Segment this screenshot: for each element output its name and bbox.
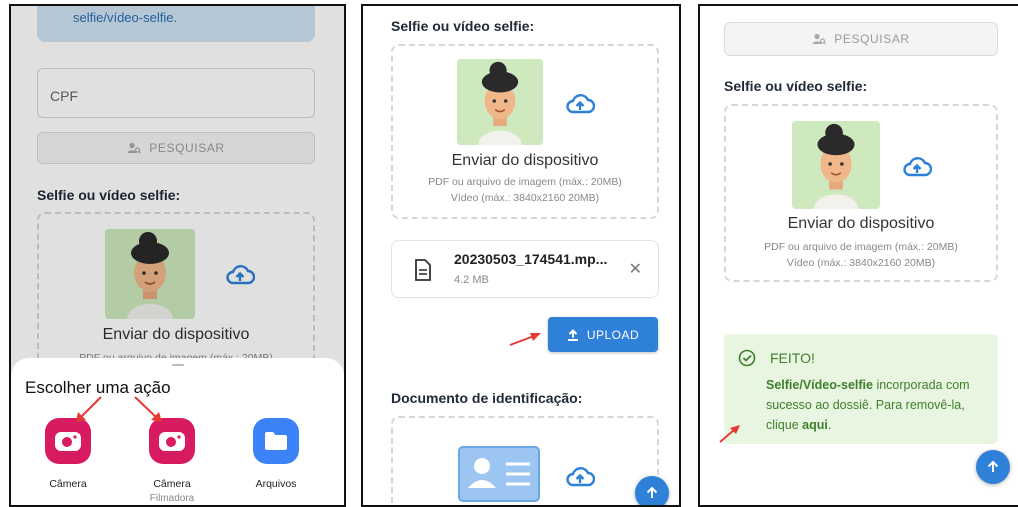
user-search-icon xyxy=(127,142,142,154)
file-name: 20230503_174541.mp... xyxy=(454,251,608,267)
selfie-section-title: Selfie ou vídeo selfie: xyxy=(37,187,181,203)
file-size: 4.2 MB xyxy=(454,274,489,286)
cloud-upload-icon xyxy=(566,94,595,114)
user-search-icon xyxy=(812,33,827,45)
remove-link[interactable]: aqui xyxy=(802,418,828,432)
camera-icon xyxy=(45,418,91,464)
search-button-label: PESQUISAR xyxy=(834,32,910,46)
selfie-section-title: Selfie ou vídeo selfie: xyxy=(391,18,535,34)
scroll-top-button[interactable] xyxy=(635,476,669,505)
upload-button[interactable]: UPLOAD xyxy=(548,317,658,352)
id-card-icon xyxy=(458,446,540,502)
annotation-arrow-icon xyxy=(719,425,740,443)
id-document-dropzone[interactable] xyxy=(391,416,659,505)
annotation-arrow-icon xyxy=(76,396,102,422)
success-bold-text: Selfie/Vídeo-selfie xyxy=(766,378,873,392)
cpf-input[interactable]: CPF xyxy=(37,68,315,118)
dropzone-title: Enviar do dispositivo xyxy=(787,215,935,232)
phone-screen-upload-done: PESQUISAR Selfie ou vídeo selfie: Enviar… xyxy=(698,4,1018,507)
dropzone-hint-file: PDF ou arquivo de imagem (máx.: 20MB) xyxy=(428,176,622,188)
cloud-upload-icon xyxy=(566,467,595,487)
annotation-arrow-icon xyxy=(509,333,541,346)
dropzone-hint-video: Vídeo (máx.: 3840x2160 20MB) xyxy=(786,257,936,269)
upload-button-label: UPLOAD xyxy=(586,327,640,342)
avatar-illustration xyxy=(105,229,195,319)
folder-icon xyxy=(253,418,299,464)
id-document-section-title: Documento de identificação: xyxy=(391,390,583,406)
success-end-text: . xyxy=(827,418,832,432)
cloud-upload-icon xyxy=(903,157,932,177)
success-message: Selfie/Vídeo-selfie incorporada com suce… xyxy=(766,375,981,435)
selected-file-card: 20230503_174541.mp... 4.2 MB ✕ xyxy=(391,240,659,298)
selfie-dropzone[interactable]: Enviar do dispositivo PDF ou arquivo de … xyxy=(724,104,998,282)
selfie-section-title: Selfie ou vídeo selfie: xyxy=(724,78,868,94)
sheet-handle[interactable] xyxy=(172,364,184,366)
cpf-placeholder: CPF xyxy=(50,88,78,104)
camera-app-label: Câmera xyxy=(49,478,87,490)
annotation-arrow-icon xyxy=(134,396,162,422)
info-banner-text: selfie/vídeo-selfie. xyxy=(73,10,178,25)
close-icon[interactable]: ✕ xyxy=(629,259,642,279)
file-icon xyxy=(415,259,431,281)
avatar-illustration xyxy=(457,59,543,145)
camcorder-app-option[interactable]: Câmera Filmadora xyxy=(137,418,207,504)
dropzone-title: Enviar do dispositivo xyxy=(102,326,250,343)
upload-icon xyxy=(567,328,578,341)
success-title: FEITO! xyxy=(770,350,815,366)
search-button[interactable]: PESQUISAR xyxy=(724,22,998,56)
phone-screen-choose-action: selfie/vídeo-selfie. CPF PESQUISAR Selfi… xyxy=(9,4,346,507)
dropzone-hint-file: PDF ou arquivo de imagem (máx.: 20MB) xyxy=(764,241,958,253)
files-app-option[interactable]: Arquivos xyxy=(241,418,311,490)
selfie-dropzone[interactable]: Enviar do dispositivo PDF ou arquivo de … xyxy=(37,212,315,382)
cloud-upload-icon xyxy=(226,265,255,285)
check-circle-icon xyxy=(738,349,756,367)
info-banner: selfie/vídeo-selfie. xyxy=(37,6,315,42)
dropzone-title: Enviar do dispositivo xyxy=(451,152,599,169)
camera-app-option[interactable]: Câmera xyxy=(33,418,103,490)
search-button-label: PESQUISAR xyxy=(149,141,225,155)
files-app-label: Arquivos xyxy=(255,478,297,490)
selfie-dropzone[interactable]: Enviar do dispositivo PDF ou arquivo de … xyxy=(391,44,659,219)
search-button[interactable]: PESQUISAR xyxy=(37,132,315,164)
success-alert: FEITO! Selfie/Vídeo-selfie incorporada c… xyxy=(724,334,998,444)
dropzone-hint-video: Vídeo (máx.: 3840x2160 20MB) xyxy=(450,192,600,204)
action-bottom-sheet: Escolher uma ação Câmera Câmera Filmador… xyxy=(11,358,344,505)
scroll-top-button[interactable] xyxy=(976,450,1010,484)
camcorder-app-label: Câmera xyxy=(153,478,191,490)
phone-screen-file-selected: Selfie ou vídeo selfie: Enviar do dispos… xyxy=(361,4,681,507)
arrow-up-icon xyxy=(987,460,999,472)
camcorder-app-sublabel: Filmadora xyxy=(149,493,195,504)
avatar-illustration xyxy=(792,121,880,209)
arrow-up-icon xyxy=(646,486,658,498)
camera-icon xyxy=(149,418,195,464)
